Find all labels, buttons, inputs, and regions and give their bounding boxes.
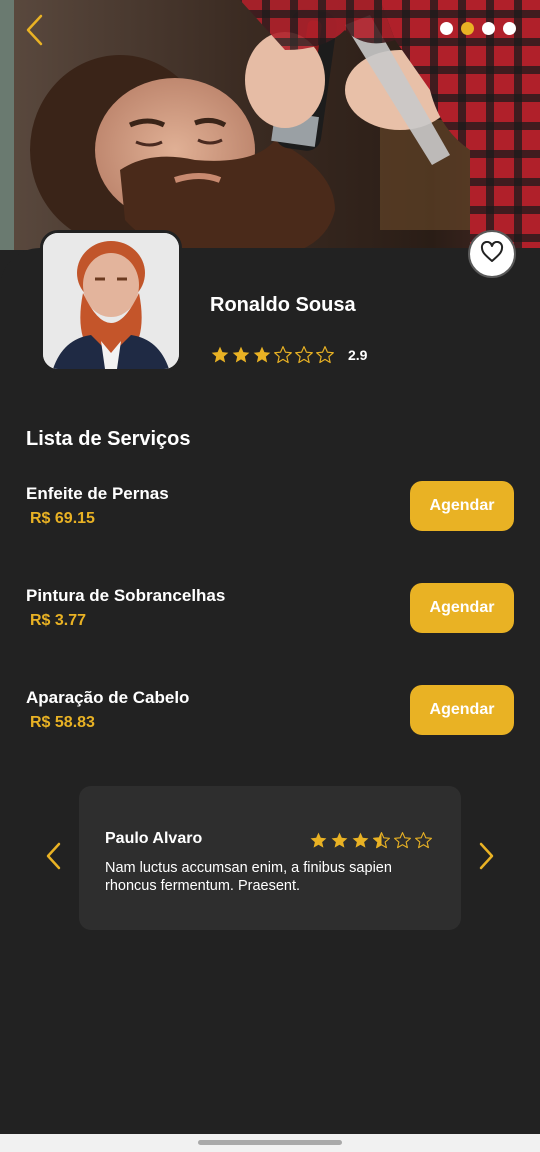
favorite-button[interactable] [468, 230, 516, 278]
rating-value: 2.9 [348, 347, 368, 363]
service-name: Enfeite de Pernas [26, 484, 169, 503]
pagination-dot[interactable] [503, 22, 516, 35]
barber-rating: 2.9 [210, 345, 367, 365]
star-icon [252, 345, 273, 365]
review-rating-stars [307, 831, 433, 850]
star-icon [370, 831, 391, 850]
star-icon [315, 345, 336, 365]
service-name: Aparação de Cabelo [26, 688, 190, 707]
chevron-left-icon [23, 13, 45, 52]
pagination-dot[interactable] [440, 22, 453, 35]
barber-name: Ronaldo Sousa [210, 294, 356, 316]
star-icon [294, 345, 315, 365]
heart-icon [480, 240, 504, 268]
review-text: Nam luctus accumsan enim, a finibus sapi… [105, 860, 392, 894]
chevron-right-icon [478, 841, 496, 876]
service-item: Aparação de Cabelo R$ 58.83 Agendar [26, 685, 514, 735]
review-next-button[interactable] [472, 840, 502, 876]
back-button[interactable] [20, 14, 48, 50]
barber-avatar [40, 230, 182, 372]
gallery-pagination [440, 22, 516, 35]
services-title: Lista de Serviços [26, 428, 191, 450]
schedule-button[interactable]: Agendar [410, 583, 514, 633]
star-icon [273, 345, 294, 365]
review-card: Paulo Alvaro Nam luctus accumsan enim, a… [79, 786, 461, 930]
schedule-button[interactable]: Agendar [410, 685, 514, 735]
star-icon [210, 345, 231, 365]
star-icon [349, 831, 370, 850]
star-icon [307, 831, 328, 850]
service-name: Pintura de Sobrancelhas [26, 586, 226, 605]
rating-stars [210, 345, 336, 365]
pagination-dot[interactable] [482, 22, 495, 35]
service-price: R$ 69.15 [30, 510, 95, 527]
pagination-dot[interactable] [461, 22, 474, 35]
service-item: Pintura de Sobrancelhas R$ 3.77 Agendar [26, 583, 514, 633]
service-item: Enfeite de Pernas R$ 69.15 Agendar [26, 481, 514, 531]
review-prev-button[interactable] [38, 840, 68, 876]
chevron-left-icon [44, 841, 62, 876]
service-price: R$ 58.83 [30, 714, 95, 731]
star-icon [328, 831, 349, 850]
service-price: R$ 3.77 [30, 612, 87, 629]
hero-photo [0, 0, 540, 250]
home-indicator[interactable] [198, 1140, 342, 1145]
schedule-button[interactable]: Agendar [410, 481, 514, 531]
star-icon [231, 345, 252, 365]
review-author: Paulo Alvaro [105, 830, 203, 847]
star-icon [391, 831, 412, 850]
star-icon [412, 831, 433, 850]
